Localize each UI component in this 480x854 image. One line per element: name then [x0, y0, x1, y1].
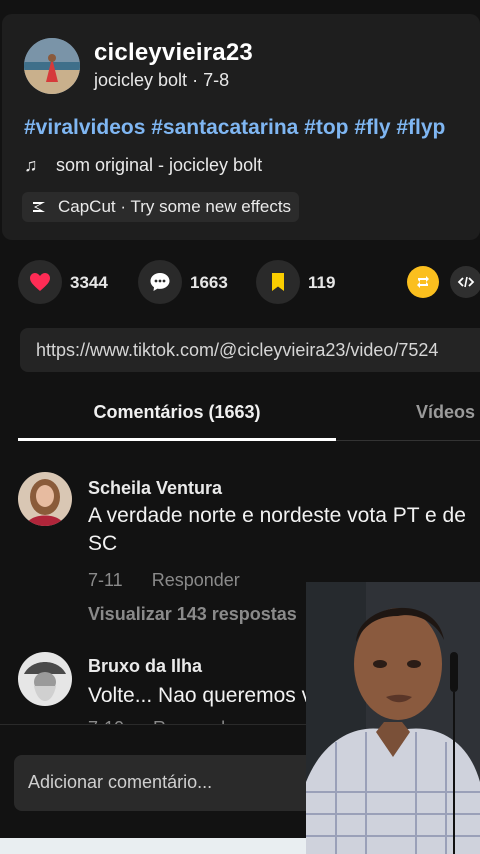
author-subline: jocicley bolt · 7-8: [94, 70, 229, 91]
commenter-avatar[interactable]: [18, 652, 72, 706]
presenter-image: [306, 582, 480, 854]
view-replies-label: Visualizar 143 respostas: [88, 604, 297, 624]
bookmark-icon: [272, 273, 284, 291]
action-row: 3344 1663 119: [0, 260, 480, 308]
capcut-icon: [33, 202, 45, 212]
comment-date: 7-11: [88, 570, 123, 590]
repost-icon: [417, 276, 429, 288]
author-avatar[interactable]: [24, 38, 80, 94]
tab-videos[interactable]: Vídeos: [416, 402, 475, 423]
author-display-name: jocicley bolt: [94, 70, 188, 90]
repost-button[interactable]: [407, 266, 439, 298]
post-date: 7-8: [203, 70, 230, 90]
post-card: cicleyvieira23 jocicley bolt · 7-8 #vira…: [2, 14, 480, 240]
comment-meta: 7-11 Responder: [88, 570, 240, 591]
like-button[interactable]: [18, 260, 62, 304]
webcam-overlay: [306, 582, 480, 854]
music-title: som original - jocicley bolt: [56, 155, 263, 175]
music-row[interactable]: ♫ som original - jocicley bolt: [24, 155, 262, 176]
commenter-name[interactable]: Bruxo da Ilha: [88, 656, 202, 677]
comment-count: 1663: [190, 273, 228, 292]
embed-button[interactable]: [450, 266, 480, 298]
tab-active-indicator: [18, 438, 336, 441]
reply-button[interactable]: Responder: [152, 570, 240, 590]
commenter-name[interactable]: Scheila Ventura: [88, 478, 222, 499]
add-comment-placeholder: Adicionar comentário...: [28, 772, 213, 792]
save-button[interactable]: [256, 260, 300, 304]
save-count: 119: [308, 273, 336, 292]
video-url-field[interactable]: https://www.tiktok.com/@cicleyvieira23/v…: [20, 328, 480, 372]
like-count: 3344: [70, 273, 108, 292]
code-icon: [457, 276, 475, 288]
author-username[interactable]: cicleyvieira23: [94, 39, 253, 67]
heart-icon: [30, 273, 50, 291]
music-note-icon: ♫: [24, 155, 38, 175]
comment-button[interactable]: [138, 260, 182, 304]
commenter-avatar[interactable]: [18, 472, 72, 526]
tab-bar: Comentários (1663) Vídeos: [0, 390, 480, 442]
comment-icon: [150, 273, 170, 291]
add-comment-input[interactable]: Adicionar comentário...: [14, 755, 334, 811]
separator-dot: ·: [192, 70, 204, 90]
tab-comments[interactable]: Comentários (1663): [18, 402, 336, 423]
comment-text: A verdade norte e nordeste vota PT e de …: [88, 504, 466, 555]
capcut-anchor[interactable]: CapCut · Try some new effects: [22, 192, 300, 222]
video-url-text: https://www.tiktok.com/@cicleyvieira23/v…: [36, 340, 439, 360]
view-replies-button[interactable]: Visualizar 143 respostas ⌄: [88, 604, 321, 625]
post-hashtags[interactable]: #viralvideos #santacatarina #top #fly #f…: [24, 116, 445, 140]
capcut-label: CapCut · Try some new effects: [58, 197, 292, 216]
